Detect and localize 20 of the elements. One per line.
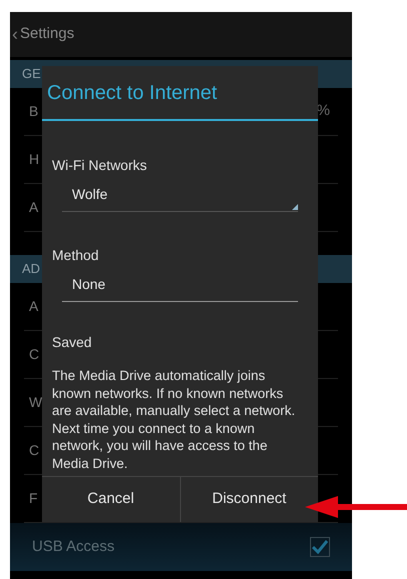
info-paragraph: The Media Drive automatically joins known networks. If no known networks are available, manually select a network. Next time you connect to a known network, you will have access to the Media Drive. [52, 367, 296, 472]
status-text: Saved [52, 333, 93, 352]
checkbox[interactable] [310, 537, 330, 557]
setting-label: A [29, 297, 38, 316]
back-button[interactable]: ‹ [12, 21, 18, 48]
setting-label: F [29, 489, 38, 508]
input-field[interactable]: None [62, 274, 298, 302]
dialog-title: Connect to Internet [42, 66, 318, 121]
dropdown-corner-icon [292, 204, 298, 210]
screen-title: Settings [20, 24, 74, 44]
setting-label: C [29, 441, 40, 460]
setting-label: A [29, 198, 38, 217]
field-label: Wi-Fi Networks [52, 156, 148, 175]
setting-label: W [29, 393, 42, 412]
dropdown-field[interactable]: Wolfe [62, 184, 298, 212]
setting-label: B [29, 102, 38, 121]
setting-label: C [29, 345, 40, 364]
setting-label: USB Access [32, 536, 115, 557]
setting-label: H [29, 150, 40, 169]
checkmark-icon [312, 540, 328, 554]
